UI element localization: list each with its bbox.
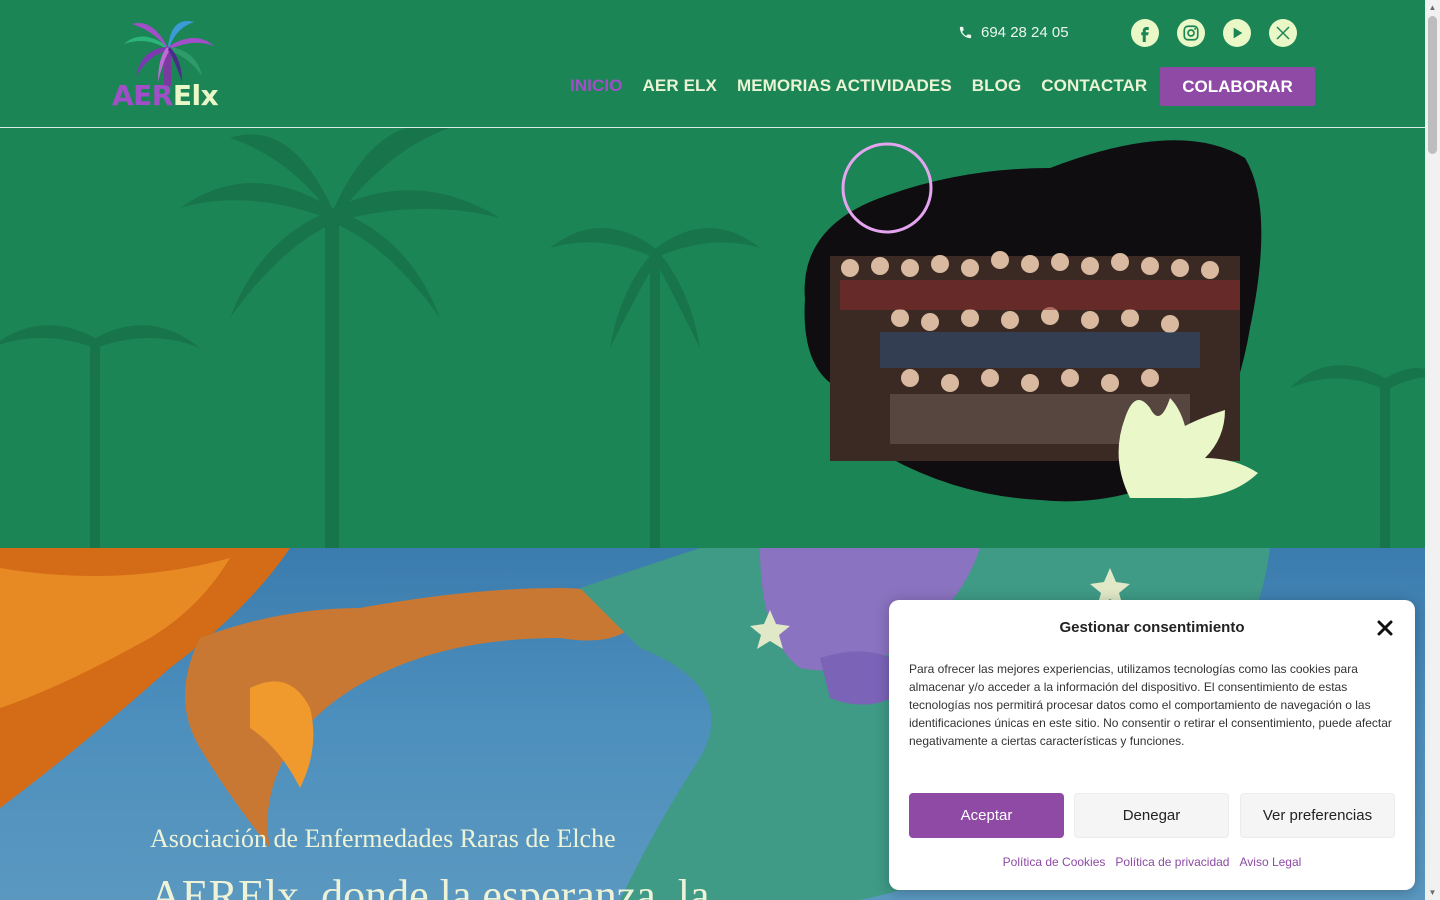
scroll-up-arrow-icon[interactable]: ▲	[1425, 0, 1440, 15]
privacy-policy-link[interactable]: Política de privacidad	[1115, 855, 1229, 869]
social-links	[1131, 19, 1297, 47]
x-twitter-icon[interactable]	[1269, 19, 1297, 47]
site-header: AERElx 694 28 24 05 INICIO AER ELX MEMOR…	[0, 0, 1425, 128]
palm-tree-logo-icon	[124, 21, 214, 86]
scroll-down-arrow-icon[interactable]: ▼	[1425, 885, 1440, 900]
scroll-thumb[interactable]	[1428, 16, 1437, 154]
nav-item-contactar[interactable]: CONTACTAR	[1041, 76, 1147, 96]
close-icon[interactable]	[1375, 618, 1395, 638]
view-preferences-button[interactable]: Ver preferencias	[1240, 793, 1395, 838]
main-nav: INICIO AER ELX MEMORIAS ACTIVIDADES BLOG…	[570, 76, 1147, 96]
colaborar-button[interactable]: COLABORAR	[1160, 67, 1315, 106]
phone-icon	[959, 26, 972, 39]
cookie-consent-dialog: Gestionar consentimiento Para ofrecer la…	[889, 600, 1415, 890]
logo-wordmark: AERElx	[112, 79, 219, 112]
nav-item-memorias-actividades[interactable]: MEMORIAS ACTIVIDADES	[737, 76, 952, 96]
palm-background-image	[0, 128, 1425, 548]
instagram-icon[interactable]	[1177, 19, 1205, 47]
phone-number: 694 28 24 05	[981, 24, 1069, 41]
logo-elx: Elx	[172, 79, 219, 112]
deny-button[interactable]: Denegar	[1074, 793, 1229, 838]
nav-item-aer-elx[interactable]: AER ELX	[643, 76, 717, 96]
accept-button[interactable]: Aceptar	[909, 793, 1064, 838]
page-scrollbar[interactable]: ▲ ▼	[1425, 0, 1440, 900]
consent-links: Política de Cookies Política de privacid…	[889, 855, 1415, 869]
site-logo[interactable]: AERElx	[112, 18, 224, 110]
cookie-policy-link[interactable]: Política de Cookies	[1003, 855, 1106, 869]
consent-title: Gestionar consentimiento	[1059, 619, 1245, 636]
hero-section	[0, 128, 1425, 548]
banner-title: AERElx, donde la esperanza, la	[150, 871, 710, 900]
header-phone[interactable]: 694 28 24 05	[958, 24, 1069, 41]
youtube-icon[interactable]	[1223, 19, 1251, 47]
nav-item-inicio[interactable]: INICIO	[570, 76, 623, 96]
consent-description: Para ofrecer las mejores experiencias, u…	[909, 662, 1392, 748]
banner-subtitle: Asociación de Enfermedades Raras de Elch…	[150, 824, 616, 853]
legal-notice-link[interactable]: Aviso Legal	[1239, 855, 1301, 869]
logo-aer: AER	[112, 79, 173, 112]
nav-item-blog[interactable]: BLOG	[972, 76, 1022, 96]
facebook-icon[interactable]	[1131, 19, 1159, 47]
